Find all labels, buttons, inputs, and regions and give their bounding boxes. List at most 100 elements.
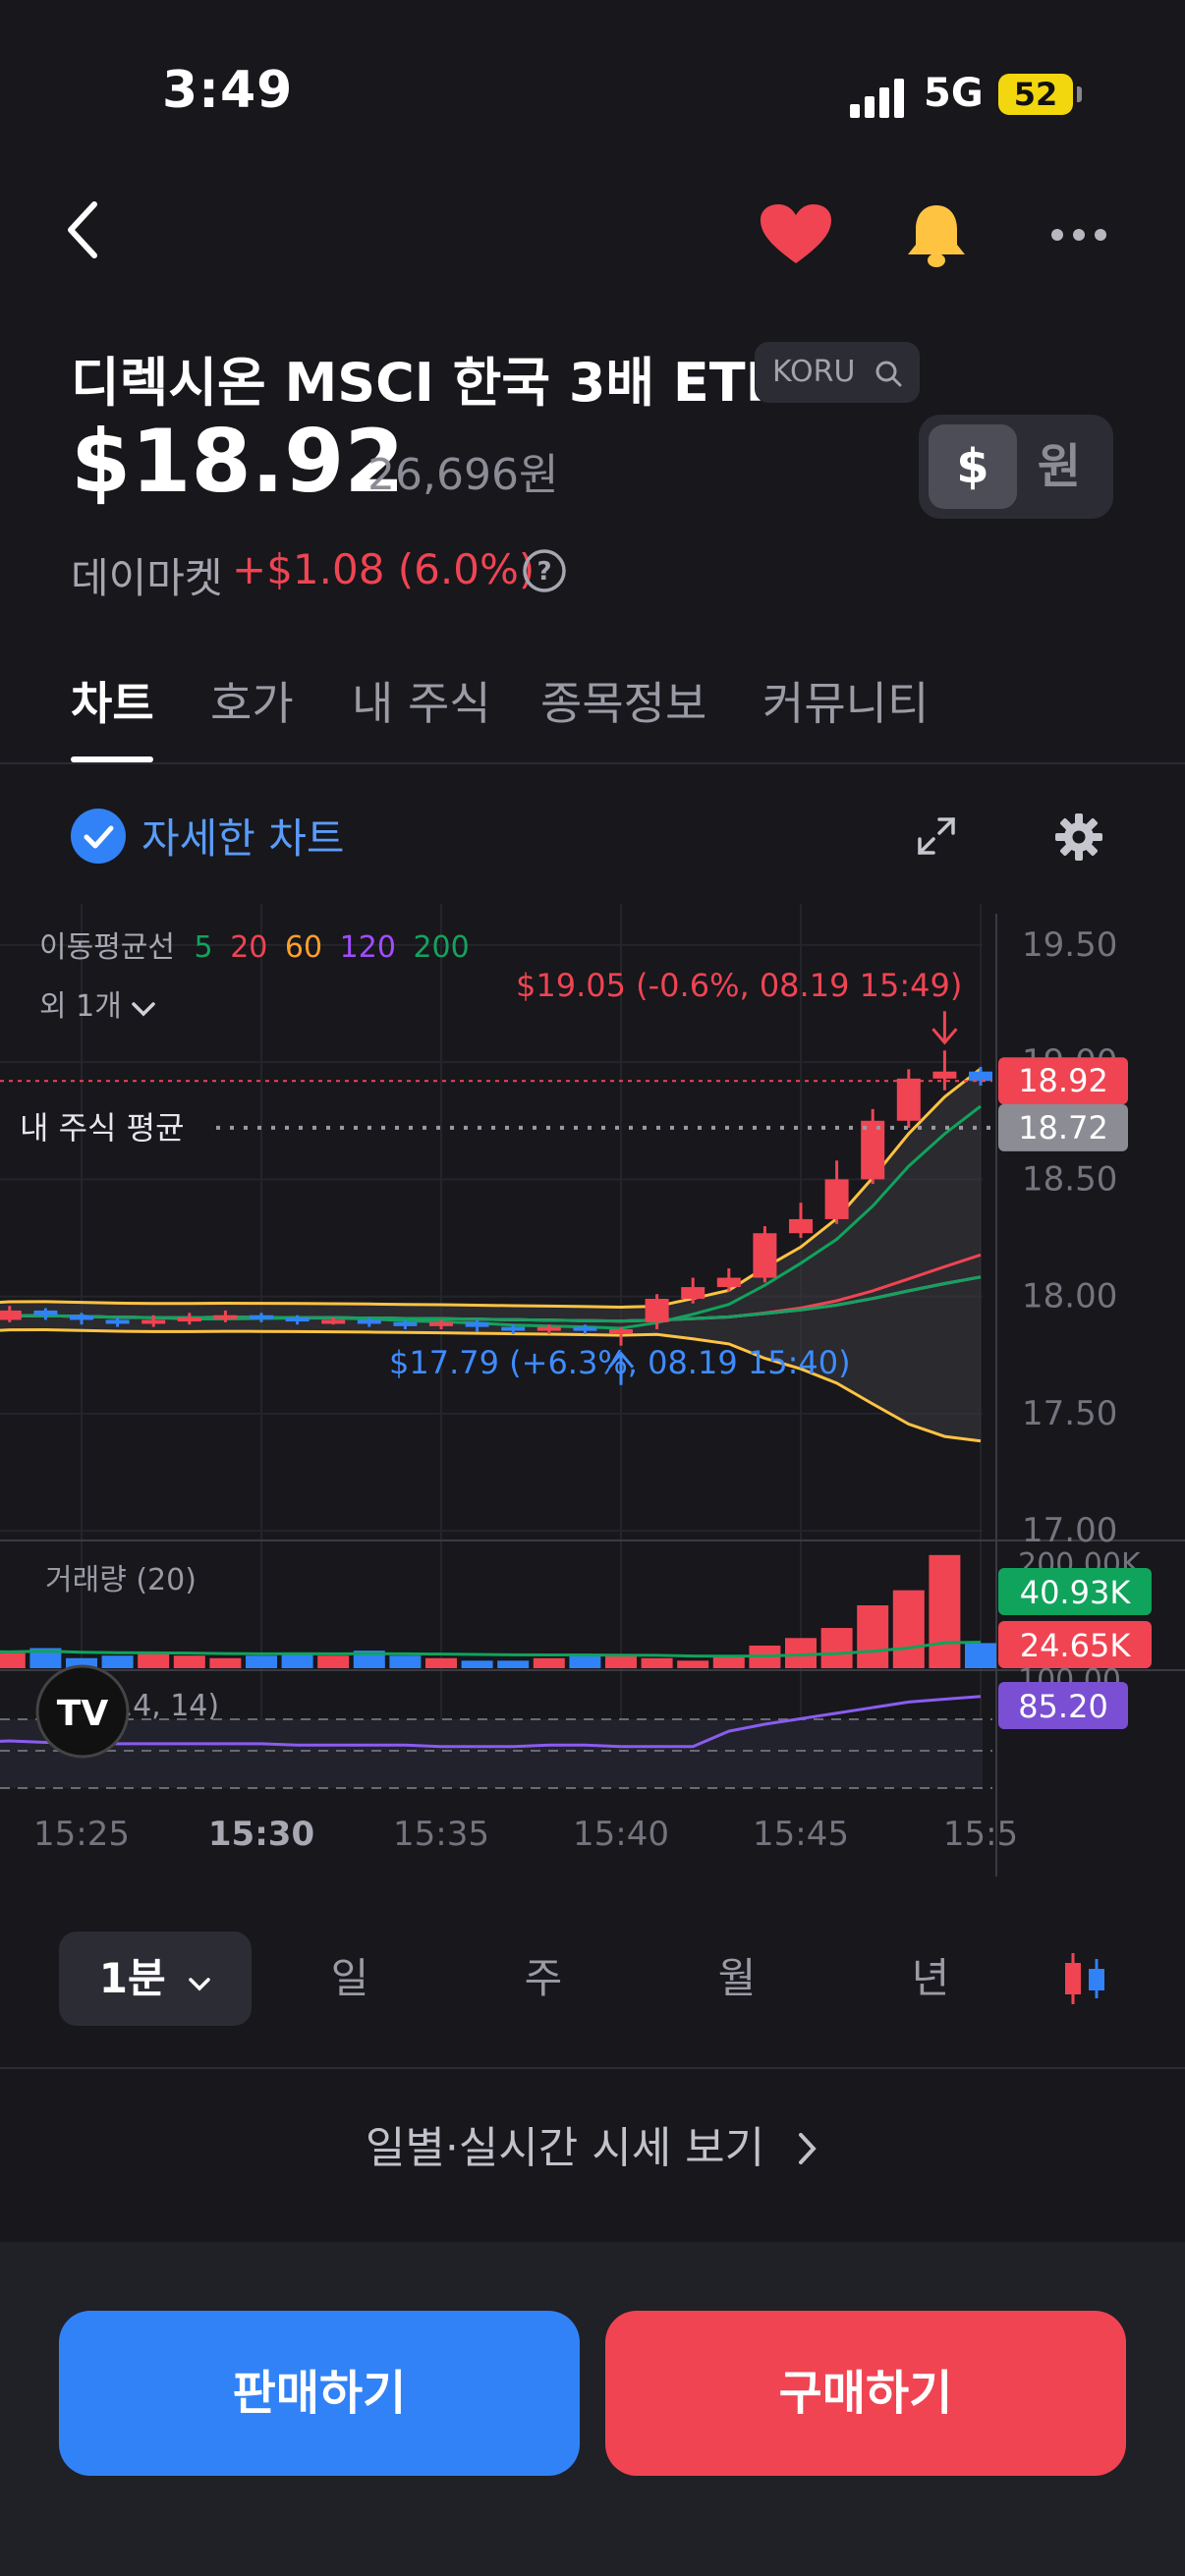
volume-bar xyxy=(569,1655,601,1668)
day-change: +$1.08 (6.0%) xyxy=(232,545,536,593)
volume-bar xyxy=(533,1657,565,1668)
candle-type-icon[interactable] xyxy=(1059,1951,1110,2006)
candle xyxy=(824,1179,849,1219)
tab-stock-info[interactable]: 종목정보 xyxy=(540,668,706,733)
volume-badge-2: 24.65K xyxy=(1020,1627,1132,1664)
volume-bar xyxy=(209,1657,242,1668)
time-tick: 15:45 xyxy=(753,1815,849,1854)
volume-bar xyxy=(389,1655,422,1668)
tab-bar: 차트 호가 내 주식 종목정보 커뮤니티 xyxy=(0,668,1185,764)
search-icon xyxy=(875,361,902,387)
expand-icon[interactable] xyxy=(916,815,957,857)
candle xyxy=(357,1319,381,1324)
check-icon xyxy=(71,808,126,864)
price-tick: 18.00 xyxy=(1022,1277,1117,1316)
current-price-badge: 18.92 xyxy=(1018,1062,1108,1099)
currency-usd-button[interactable]: $ xyxy=(929,424,1017,509)
candle xyxy=(33,1310,58,1316)
tab-my-stock[interactable]: 내 주식 xyxy=(352,668,491,733)
tab-orderbook[interactable]: 호가 xyxy=(210,668,294,733)
ma-legend: 이동평균선 5 20 60 120 200 xyxy=(39,930,470,965)
volume-label: 거래량 (20) xyxy=(45,1563,197,1597)
current-price: $18.92 xyxy=(71,411,405,512)
period-day[interactable]: 일 xyxy=(291,1932,409,2026)
candle xyxy=(536,1326,561,1331)
candle xyxy=(789,1218,813,1234)
buy-button[interactable]: 구매하기 xyxy=(605,2311,1126,2476)
volume-bar xyxy=(0,1652,26,1668)
candle xyxy=(932,1071,957,1079)
daily-realtime-link[interactable]: 일별·실시간 시세 보기 xyxy=(0,2112,1185,2175)
bell-icon[interactable] xyxy=(904,201,969,270)
more-icon[interactable] xyxy=(1049,226,1108,244)
candle xyxy=(285,1317,310,1322)
candle xyxy=(321,1319,346,1324)
period-month[interactable]: 월 xyxy=(678,1932,796,2026)
candle xyxy=(465,1321,489,1327)
time-tick: 15:40 xyxy=(573,1815,669,1854)
volume-bar xyxy=(965,1643,996,1668)
detail-chart-toggle[interactable]: 자세한 차트 xyxy=(71,806,345,870)
volume-bar xyxy=(461,1660,493,1668)
chevron-down-icon xyxy=(132,1002,155,1017)
price-tick: 19.50 xyxy=(1022,925,1117,965)
candle xyxy=(896,1078,921,1121)
currency-toggle[interactable]: $ 원 xyxy=(919,415,1113,519)
low-annotation: $17.79 (+6.3%, 08.19 15:40) xyxy=(389,1344,851,1381)
chevron-down-icon xyxy=(189,1978,210,1991)
candle xyxy=(969,1071,992,1082)
volume-bar xyxy=(317,1655,350,1668)
price-tick: 18.50 xyxy=(1022,1159,1117,1199)
period-year[interactable]: 년 xyxy=(872,1932,989,2026)
back-icon[interactable] xyxy=(63,198,102,261)
ma-more-label[interactable]: 외 1개 xyxy=(39,989,122,1024)
volume-bar xyxy=(497,1660,530,1668)
volume-bar xyxy=(101,1655,134,1668)
time-tick: 15:25 xyxy=(33,1815,130,1854)
tab-community[interactable]: 커뮤니티 xyxy=(762,668,929,733)
volume-bar xyxy=(425,1657,457,1668)
period-selector: 1분 일 주 월 년 xyxy=(0,1932,1185,2026)
candle xyxy=(213,1315,238,1319)
price-tick: 17.00 xyxy=(1022,1511,1117,1550)
ticker-symbol: KORU xyxy=(772,355,856,389)
sell-button[interactable]: 판매하기 xyxy=(59,2311,580,2476)
candle xyxy=(70,1315,93,1320)
network-type: 5G xyxy=(924,71,984,116)
ticker-search-chip[interactable]: KORU xyxy=(755,342,920,403)
avg-price-label: 내 주식 평균 xyxy=(20,1109,185,1147)
active-tab-indicator xyxy=(71,756,153,762)
chart-grid xyxy=(0,904,1185,1876)
price-chart[interactable]: 19.50 19.00 18.50 18.00 17.50 17.00 200.… xyxy=(0,904,1185,1886)
volume-bar xyxy=(929,1554,961,1668)
candle xyxy=(645,1299,669,1322)
period-1min-label: 1분 xyxy=(98,1954,166,2002)
chevron-right-icon xyxy=(799,2133,817,2164)
candle xyxy=(573,1326,597,1331)
price-krw: 26,696원 xyxy=(367,450,559,500)
heart-icon[interactable] xyxy=(759,202,833,267)
period-week[interactable]: 주 xyxy=(484,1932,602,2026)
high-arrow xyxy=(931,1011,958,1045)
battery-icon: 52 xyxy=(998,74,1082,115)
period-1min-dropdown[interactable]: 1분 xyxy=(59,1932,252,2026)
candle xyxy=(141,1319,166,1324)
tab-chart[interactable]: 차트 xyxy=(71,668,154,733)
currency-krw-button[interactable]: 원 xyxy=(1015,424,1103,509)
time-tick: 15:35 xyxy=(393,1815,489,1854)
svg-text:?: ? xyxy=(536,557,551,587)
candle xyxy=(429,1321,453,1326)
ma-60: 60 xyxy=(285,930,322,965)
help-icon[interactable]: ? xyxy=(521,547,568,594)
ma-5: 5 xyxy=(195,930,213,965)
rsi-band xyxy=(0,1719,983,1788)
candle xyxy=(0,1310,22,1320)
day-market-label: 데이마켓 xyxy=(71,554,223,602)
candle xyxy=(105,1319,130,1324)
volume-bar xyxy=(246,1655,277,1668)
candle xyxy=(501,1326,526,1331)
avg-price-badge: 18.72 xyxy=(1018,1109,1108,1147)
candle xyxy=(393,1321,418,1326)
gear-icon[interactable] xyxy=(1053,812,1104,863)
volume-bar xyxy=(138,1652,170,1668)
